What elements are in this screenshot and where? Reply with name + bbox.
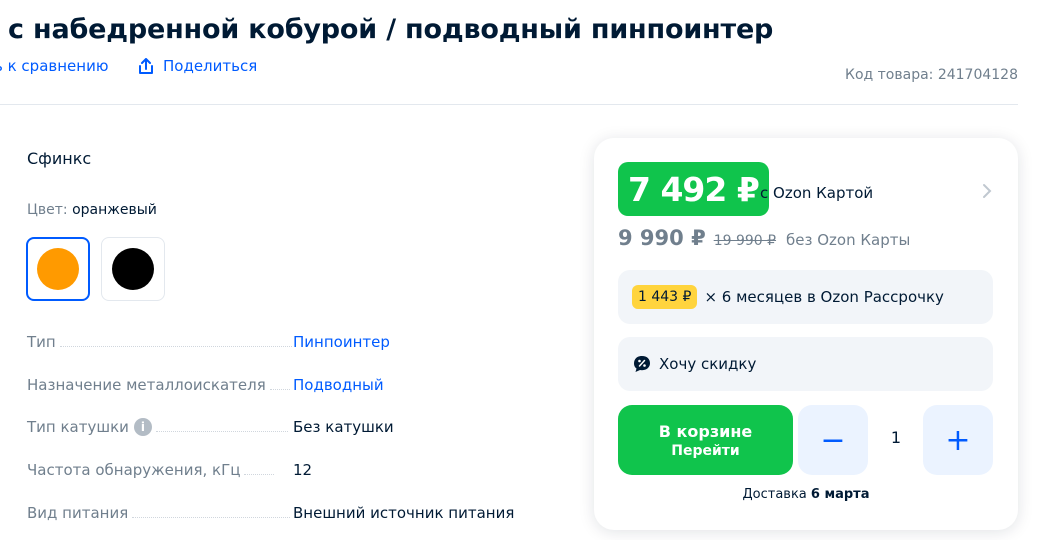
spec-row-coil: Тип катушки i Без катушки [27,418,527,436]
spec-leader [269,389,290,390]
card-price-badge[interactable]: 7 492 ₽ [618,162,769,216]
regular-price: 9 990 ₽ [618,226,706,250]
spec-value: Без катушки [293,418,394,436]
share-label: Поделиться [163,57,258,75]
product-title: с набедренной кобурой / подводный пинпои… [8,14,774,45]
spec-row-type: Тип Пинпоинтер [27,333,527,351]
discount-chat-icon [632,354,652,374]
old-price: 19 990 ₽ [713,233,777,249]
spec-value: Внешний источник питания [293,504,515,522]
in-cart-label: В корзине [658,421,753,441]
chevron-right-icon[interactable] [982,180,992,204]
plus-icon: + [945,422,971,458]
header-divider [0,104,1018,105]
card-price-caption: с Ozon Картой [760,184,874,202]
spec-leader [244,474,275,475]
spec-row-power: Вид питания Внешний источник питания [27,504,527,522]
product-sku: Код товара: 241704128 [845,67,1018,83]
share-icon [139,57,153,74]
price-card: 7 492 ₽ с Ozon Картой 9 990 ₽ 19 990 ₽ б… [594,138,1018,530]
spec-key: Частота обнаружения, кГц [27,461,241,479]
spec-value-link[interactable]: Пинпоинтер [293,333,390,351]
spec-key: Вид питания [27,504,129,522]
add-to-compare-link[interactable]: ь к сравнению [0,57,108,75]
spec-key: Назначение металлоискателя [27,376,266,394]
installment-text: × 6 месяцев в Ozon Рассрочку [704,288,944,306]
color-swatch-black[interactable] [101,237,165,301]
share-button[interactable]: Поделиться [138,57,257,75]
installment-badge: 1 443 ₽ [632,285,698,309]
delivery-prefix: Доставка [742,487,807,502]
spec-value-link[interactable]: Подводный [293,376,384,394]
spec-leader [155,431,288,432]
discount-box[interactable]: Хочу скидку [618,337,993,391]
spec-key: Тип [27,333,56,351]
spec-row-purpose: Назначение металлоискателя Подводный [27,376,527,394]
no-card-caption: без Ozon Карты [786,231,911,249]
color-swatch-orange[interactable] [26,237,90,301]
spec-row-frequency: Частота обнаружения, кГц 12 [27,461,527,479]
color-dot-orange [37,248,79,290]
minus-icon: − [820,422,846,458]
in-cart-button[interactable]: В корзине Перейти [618,405,793,475]
discount-text: Хочу скидку [659,355,757,373]
color-label-key: Цвет: [27,202,68,218]
delivery-date: 6 марта [810,487,870,502]
color-label: Цвет: оранжевый [27,202,157,218]
color-dot-black [112,248,154,290]
color-label-value: оранжевый [72,202,157,218]
spec-leader [59,346,292,347]
delivery-info: Доставка 6 марта [594,487,1018,502]
regular-price-row: 9 990 ₽ 19 990 ₽ без Ozon Карты [618,226,910,250]
increase-quantity-button[interactable]: + [923,405,993,475]
spec-key-text: Тип катушки [27,418,129,436]
spec-leader [132,517,291,518]
go-to-cart-label: Перейти [671,442,740,459]
spec-key: Тип катушки i [27,418,152,436]
decrease-quantity-button[interactable]: − [798,405,868,475]
installment-box[interactable]: 1 443 ₽ × 6 месяцев в Ozon Рассрочку [618,270,993,324]
info-icon[interactable]: i [133,418,152,436]
quantity-value: 1 [890,428,902,447]
spec-value: 12 [293,461,313,479]
brand-name[interactable]: Сфинкс [27,149,91,168]
